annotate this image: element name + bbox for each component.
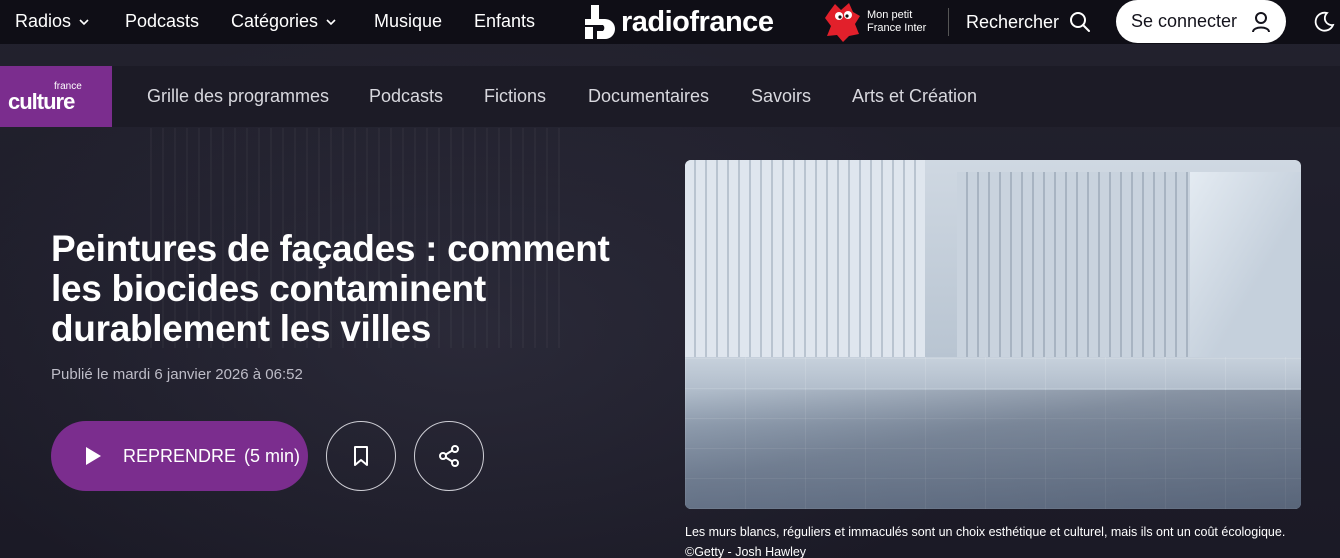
- radiofrance-mark-icon: [585, 5, 615, 39]
- nav-divider: [948, 8, 949, 36]
- nav-musique[interactable]: Musique: [374, 11, 442, 32]
- bookmark-button[interactable]: [326, 421, 396, 491]
- top-navigation: Radios Podcasts Catégories Musique Enfan…: [0, 0, 1340, 44]
- resume-play-button[interactable]: REPRENDRE (5 min): [51, 421, 308, 491]
- search-button[interactable]: Rechercher: [966, 0, 1091, 44]
- share-button[interactable]: [414, 421, 484, 491]
- chevron-down-icon: [326, 18, 336, 25]
- nav-enfants[interactable]: Enfants: [474, 11, 535, 32]
- mon-petit-france-inter-logo[interactable]: Mon petit France Inter: [825, 2, 926, 42]
- search-icon: [1070, 12, 1091, 32]
- bookmark-icon: [354, 446, 368, 466]
- article-hero-image: [685, 160, 1301, 509]
- share-icon: [439, 445, 459, 467]
- nav-categories[interactable]: Catégories: [231, 11, 336, 32]
- mascot-icon: [825, 3, 860, 42]
- france-culture-logo[interactable]: france culture: [0, 66, 112, 127]
- login-button[interactable]: Se connecter: [1116, 0, 1286, 43]
- chevron-down-icon: [79, 18, 89, 25]
- publish-date: Publié le mardi 6 janvier 2026 à 06:52: [51, 366, 303, 383]
- image-left-wall: [685, 160, 925, 360]
- subnav-grille[interactable]: Grille des programmes: [147, 66, 329, 127]
- image-right-wall: [1190, 172, 1301, 357]
- subnav-arts-creation[interactable]: Arts et Création: [852, 66, 977, 127]
- subnav-fictions[interactable]: Fictions: [484, 66, 546, 127]
- subnav-savoirs[interactable]: Savoirs: [751, 66, 811, 127]
- image-caption: Les murs blancs, réguliers et immaculés …: [685, 525, 1286, 558]
- article-title: Peintures de façades : comment les bioci…: [51, 228, 610, 349]
- dark-mode-icon[interactable]: [1312, 10, 1336, 34]
- image-shadow: [685, 390, 1301, 509]
- nav-radios[interactable]: Radios: [15, 11, 89, 32]
- image-back-wall: [957, 172, 1197, 357]
- radiofrance-logo[interactable]: radiofrance: [583, 4, 774, 40]
- user-icon: [1252, 11, 1271, 32]
- subnav-documentaires[interactable]: Documentaires: [588, 66, 709, 127]
- play-icon: [86, 447, 101, 465]
- nav-podcasts[interactable]: Podcasts: [125, 11, 199, 32]
- subnav-podcasts[interactable]: Podcasts: [369, 66, 443, 127]
